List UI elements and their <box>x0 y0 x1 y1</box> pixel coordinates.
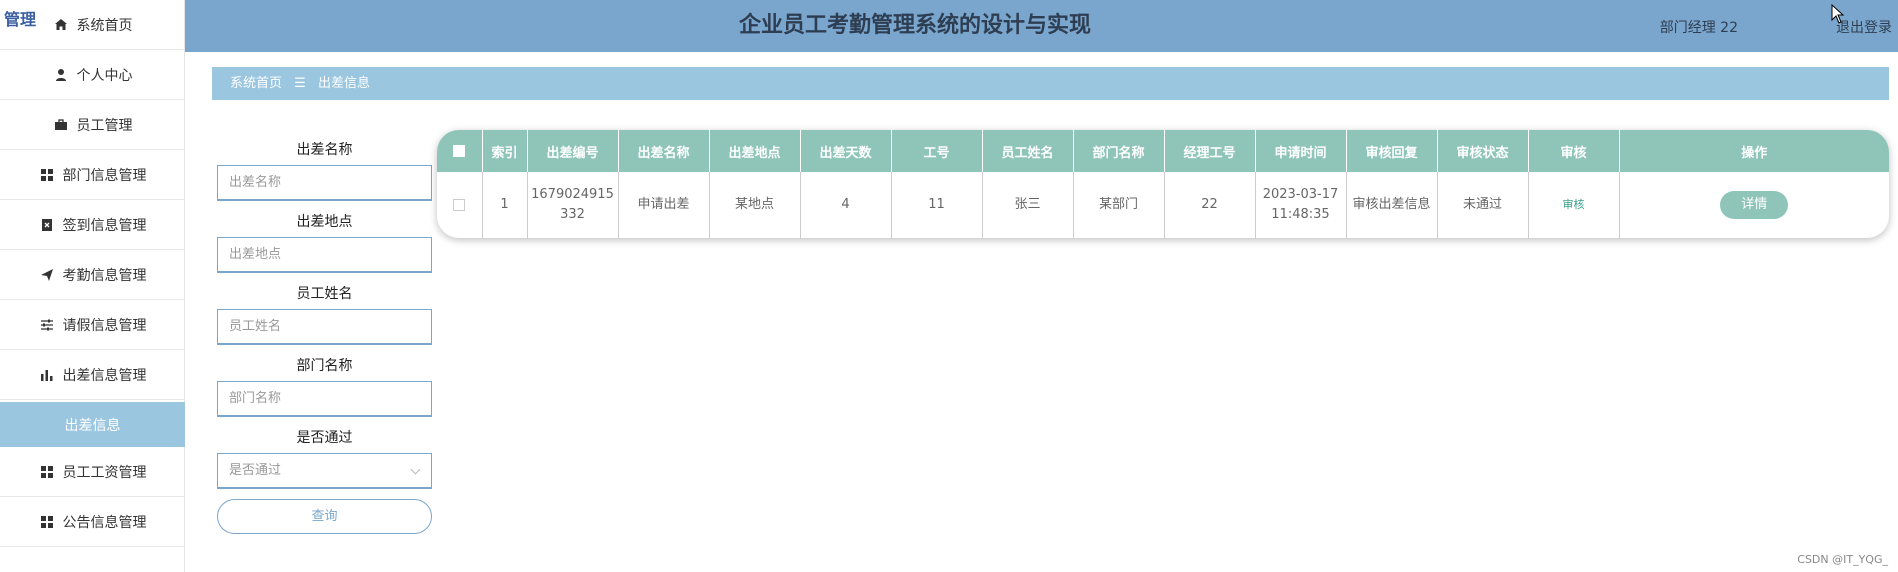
sidebar-item-label: 考勤信息管理 <box>62 267 147 284</box>
mouse-cursor-icon <box>1831 4 1845 24</box>
breadcrumb-home[interactable]: 系统首页 <box>230 76 282 91</box>
sidebar-item-label: 部门信息管理 <box>62 167 147 184</box>
col-header: 申请时间 <box>1255 130 1347 172</box>
col-header: 工号 <box>891 130 983 172</box>
col-header: 员工姓名 <box>982 130 1074 172</box>
sidebar-item-label: 出差信息管理 <box>62 367 147 384</box>
sidebar-item-business-trip-management[interactable]: 出差信息管理 <box>0 350 185 400</box>
sidebar-item-attendance[interactable]: 考勤信息管理 <box>0 250 185 300</box>
grid-icon <box>40 168 53 181</box>
col-header: 审核回复 <box>1346 130 1438 172</box>
cell-trip-place: 某地点 <box>709 172 801 238</box>
cell-days: 4 <box>800 172 892 238</box>
department-label: 部门名称 <box>296 358 353 374</box>
top-header: 企业员工考勤管理系统的设计与实现 部门经理 22 退出登录 <box>185 0 1898 52</box>
sidebar-item-departments[interactable]: 部门信息管理 <box>0 150 185 200</box>
query-button[interactable]: 查询 <box>217 499 432 534</box>
user-icon <box>55 68 66 81</box>
employee-name-input[interactable]: 员工姓名 <box>217 309 432 345</box>
cell-emp-no: 11 <box>891 172 983 238</box>
sidebar-item-signin[interactable]: 签到信息管理 <box>0 200 185 250</box>
sidebar-item-label: 签到信息管理 <box>62 217 147 234</box>
grid-icon <box>40 515 53 528</box>
select-all-checkbox[interactable] <box>437 130 483 172</box>
sidebar-item-employees[interactable]: 员工管理 <box>0 100 185 150</box>
cell-emp-name: 张三 <box>982 172 1074 238</box>
trip-name-label: 出差名称 <box>296 142 353 158</box>
employee-name-label: 员工姓名 <box>296 286 353 302</box>
cell-manager-no: 22 <box>1164 172 1256 238</box>
department-input[interactable]: 部门名称 <box>217 381 432 417</box>
passed-select[interactable]: 是否通过 <box>217 453 432 489</box>
col-header: 经理工号 <box>1164 130 1256 172</box>
cell-apply-time: 2023-03-17 11:48:35 <box>1255 172 1347 238</box>
breadcrumb: 系统首页 ☰ 出差信息 <box>212 67 1889 100</box>
cell-audit: 审核 <box>1528 172 1620 238</box>
breadcrumb-current: 出差信息 <box>317 76 370 91</box>
cell-trip-no: 1679024915332 <box>527 172 619 238</box>
sidebar-item-profile[interactable]: 个人中心 <box>0 50 185 100</box>
cell-dept: 某部门 <box>1073 172 1165 238</box>
current-user: 部门经理 22 <box>1659 20 1738 36</box>
cell-status: 未通过 <box>1437 172 1529 238</box>
sidebar-item-salary[interactable]: 员工工资管理 <box>0 447 185 497</box>
breadcrumb-separator-icon: ☰ <box>294 76 306 91</box>
col-header: 出差地点 <box>709 130 801 172</box>
cell-actions: 详情 <box>1619 172 1889 238</box>
sidebar-item-label: 系统首页 <box>76 17 133 34</box>
sidebar-item-business-trip[interactable]: 出差信息 <box>0 402 185 447</box>
trip-place-label: 出差地点 <box>296 214 353 230</box>
sidebar-item-label: 公告信息管理 <box>62 514 147 531</box>
app-logo: 管理 <box>4 10 37 29</box>
sidebar-item-leave[interactable]: 请假信息管理 <box>0 300 185 350</box>
sidebar-item-label: 个人中心 <box>76 67 133 84</box>
passed-label: 是否通过 <box>296 430 353 446</box>
grid-icon <box>40 465 53 478</box>
sidebar-item-notices[interactable]: 公告信息管理 <box>0 497 185 547</box>
audit-link[interactable]: 审核 <box>1563 198 1585 211</box>
cell-trip-name: 申请出差 <box>618 172 710 238</box>
watermark: CSDN @IT_YQG_ <box>1797 553 1888 566</box>
col-header: 操作 <box>1619 130 1889 172</box>
table-header-row: 索引 出差编号 出差名称 出差地点 出差天数 工号 员工姓名 部门名称 经理工号… <box>437 130 1889 172</box>
col-header: 审核 <box>1528 130 1620 172</box>
send-icon <box>40 268 53 281</box>
home-icon <box>54 18 67 30</box>
table-row: 1 1679024915332 申请出差 某地点 4 11 张三 某部门 22 … <box>437 172 1889 238</box>
col-header: 索引 <box>482 130 528 172</box>
sidebar-item-label: 员工工资管理 <box>62 464 147 481</box>
sidebar-item-label: 员工管理 <box>76 117 133 134</box>
trip-table: 索引 出差编号 出差名称 出差地点 出差天数 工号 员工姓名 部门名称 经理工号… <box>437 130 1889 238</box>
clipboard-icon <box>41 218 52 231</box>
row-checkbox[interactable] <box>437 172 483 238</box>
col-header: 出差编号 <box>527 130 619 172</box>
sidebar-item-label: 出差信息 <box>64 417 121 434</box>
sidebar: 管理 系统首页 个人中心 员工管理 部门信息管理 签到信息管理 考勤信息管理 请… <box>0 0 185 572</box>
col-header: 出差天数 <box>800 130 892 172</box>
col-header: 审核状态 <box>1437 130 1529 172</box>
briefcase-icon <box>54 118 67 130</box>
sliders-icon <box>40 319 53 330</box>
bar-chart-icon <box>40 369 52 381</box>
trip-name-input[interactable]: 出差名称 <box>217 165 432 201</box>
page-title: 企业员工考勤管理系统的设计与实现 <box>738 13 1091 38</box>
col-header: 部门名称 <box>1073 130 1165 172</box>
sidebar-item-label: 请假信息管理 <box>62 317 147 334</box>
col-header: 出差名称 <box>618 130 710 172</box>
trip-place-input[interactable]: 出差地点 <box>217 237 432 273</box>
cell-reply: 审核出差信息 <box>1346 172 1438 238</box>
detail-button[interactable]: 详情 <box>1720 191 1789 219</box>
cell-index: 1 <box>482 172 528 238</box>
